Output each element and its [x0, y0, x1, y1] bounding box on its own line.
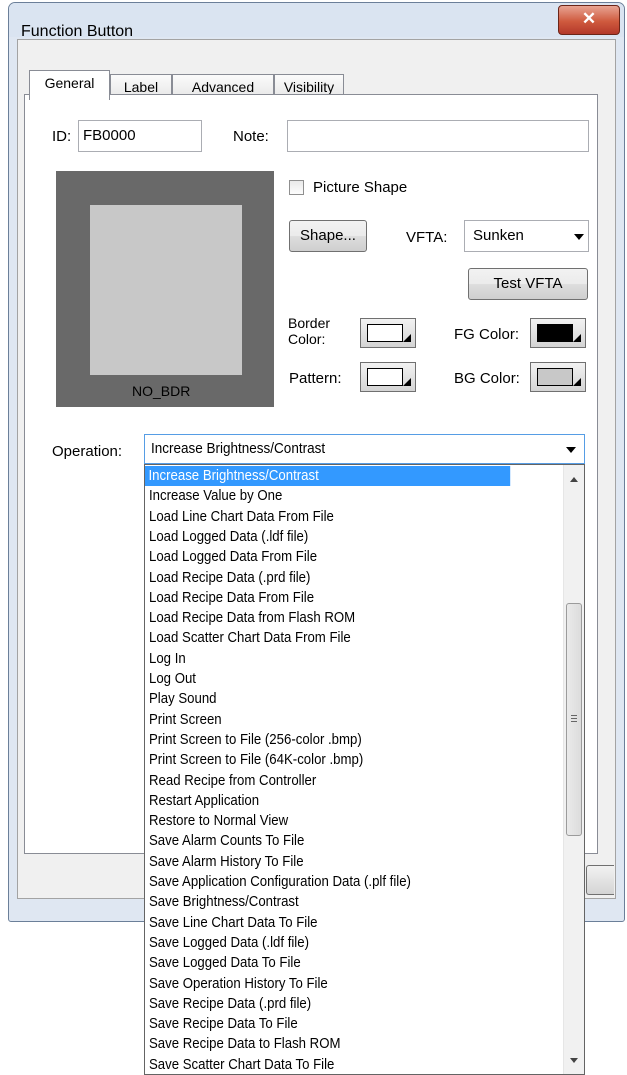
dropdown-option[interactable]: Print Screen to File (256-color .bmp): [149, 730, 362, 750]
bg-color-button[interactable]: [530, 362, 586, 392]
tab-label-label: Label: [123, 79, 159, 95]
id-input[interactable]: FB0000: [78, 120, 202, 152]
close-icon: ✕: [581, 9, 597, 28]
dropdown-scrollbar[interactable]: [563, 465, 584, 1074]
shape-button[interactable]: Shape...: [289, 220, 367, 252]
vfta-value: Sunken: [473, 227, 524, 244]
tab-general-label: General: [44, 75, 95, 91]
operation-dropdown-list[interactable]: Increase Brightness/Contrast Increase Val…: [144, 464, 585, 1075]
close-button[interactable]: ✕: [558, 5, 620, 35]
border-color-label: Border Color:: [288, 315, 330, 347]
dropdown-option[interactable]: Save Operation History To File: [149, 974, 328, 994]
grip-line: [571, 721, 577, 722]
dropdown-option[interactable]: Increase Brightness/Contrast: [145, 466, 511, 486]
operation-select[interactable]: Increase Brightness/Contrast: [144, 434, 585, 464]
bg-color-label: BG Color:: [454, 370, 520, 387]
partially-hidden-button[interactable]: [586, 865, 614, 895]
tab-general[interactable]: General: [29, 70, 110, 100]
dropdown-triangle-icon: [403, 378, 411, 386]
dropdown-option[interactable]: Load Recipe Data (.prd file): [149, 568, 310, 588]
pattern-swatch: [367, 368, 403, 386]
fg-color-label: FG Color:: [454, 326, 520, 343]
dropdown-option[interactable]: Restore to Normal View: [149, 811, 288, 831]
grip-line: [571, 715, 577, 716]
dropdown-triangle-icon: [573, 334, 581, 342]
operation-label: Operation:: [52, 443, 123, 460]
dropdown-option[interactable]: Save Application Configuration Data (.pl…: [149, 872, 411, 892]
dropdown-option[interactable]: Print Screen to File (64K-color .bmp): [149, 750, 363, 770]
pattern-button[interactable]: [360, 362, 416, 392]
dropdown-option[interactable]: Save Brightness/Contrast: [149, 892, 299, 912]
note-label: Note:: [233, 128, 269, 145]
fg-color-button[interactable]: [530, 318, 586, 348]
dropdown-option[interactable]: Increase Value by One: [149, 486, 282, 506]
dropdown-option[interactable]: Save Recipe Data (.prd file): [149, 994, 311, 1014]
dropdown-option[interactable]: Load Recipe Data From File: [149, 588, 314, 608]
dropdown-option[interactable]: Save Logged Data (.ldf file): [149, 933, 309, 953]
grip-line: [571, 718, 577, 719]
chevron-down-icon: [566, 447, 576, 453]
border-color-swatch: [367, 324, 403, 342]
border-color-label-line2: Color:: [288, 331, 326, 347]
dropdown-option[interactable]: Save Recipe Data to Flash ROM: [149, 1034, 340, 1054]
scrollbar-thumb[interactable]: [566, 603, 582, 836]
border-color-label-line1: Border: [288, 315, 331, 331]
title-bar[interactable]: Function Button ✕: [9, 3, 624, 40]
dropdown-triangle-icon: [403, 334, 411, 342]
dropdown-option[interactable]: Load Scatter Chart Data From File: [149, 628, 351, 648]
dropdown-option[interactable]: Read Recipe from Controller: [149, 771, 316, 791]
border-color-button[interactable]: [360, 318, 416, 348]
dropdown-option[interactable]: Log In: [149, 649, 186, 669]
pattern-label: Pattern:: [289, 370, 342, 387]
vfta-select[interactable]: Sunken: [464, 220, 589, 252]
test-vfta-button[interactable]: Test VFTA: [468, 268, 588, 300]
dropdown-option[interactable]: Load Line Chart Data From File: [149, 507, 334, 527]
dropdown-option[interactable]: Load Logged Data From File: [149, 547, 317, 567]
dropdown-option[interactable]: Restart Application: [149, 791, 259, 811]
chevron-down-icon: [574, 234, 584, 240]
tab-advanced-label: Advanced: [191, 79, 255, 95]
preview-caption: NO_BDR: [132, 383, 191, 399]
picture-shape-label: Picture Shape: [313, 179, 408, 196]
vfta-label: VFTA:: [406, 229, 448, 246]
picture-shape-checkbox[interactable]: [289, 180, 304, 195]
operation-value: Increase Brightness/Contrast: [151, 440, 326, 457]
dropdown-option[interactable]: Save Recipe Data To File: [149, 1014, 298, 1034]
id-label: ID:: [52, 128, 72, 145]
dropdown-option[interactable]: Save Alarm Counts To File: [149, 831, 304, 851]
bg-color-swatch: [537, 368, 573, 386]
dropdown-option[interactable]: Save Scatter Chart Data To File: [149, 1055, 334, 1074]
dropdown-option[interactable]: Log Out: [149, 669, 196, 689]
dropdown-option[interactable]: Print Screen: [149, 710, 222, 730]
dropdown-option[interactable]: Save Line Chart Data To File: [149, 913, 318, 933]
tab-visibility-label: Visibility: [283, 79, 335, 95]
dropdown-option[interactable]: Load Logged Data (.ldf file): [149, 527, 308, 547]
scroll-down-arrow-icon[interactable]: [570, 1058, 578, 1063]
fg-color-swatch: [537, 324, 573, 342]
dropdown-option[interactable]: Save Alarm History To File: [149, 852, 304, 872]
shape-preview-inner: [90, 205, 242, 375]
scroll-up-arrow-icon[interactable]: [570, 477, 578, 482]
dropdown-option[interactable]: Load Recipe Data from Flash ROM: [149, 608, 355, 628]
note-input[interactable]: [287, 120, 589, 152]
dropdown-triangle-icon: [573, 378, 581, 386]
dropdown-option[interactable]: Save Logged Data To File: [149, 953, 301, 973]
dropdown-option[interactable]: Play Sound: [149, 689, 217, 709]
